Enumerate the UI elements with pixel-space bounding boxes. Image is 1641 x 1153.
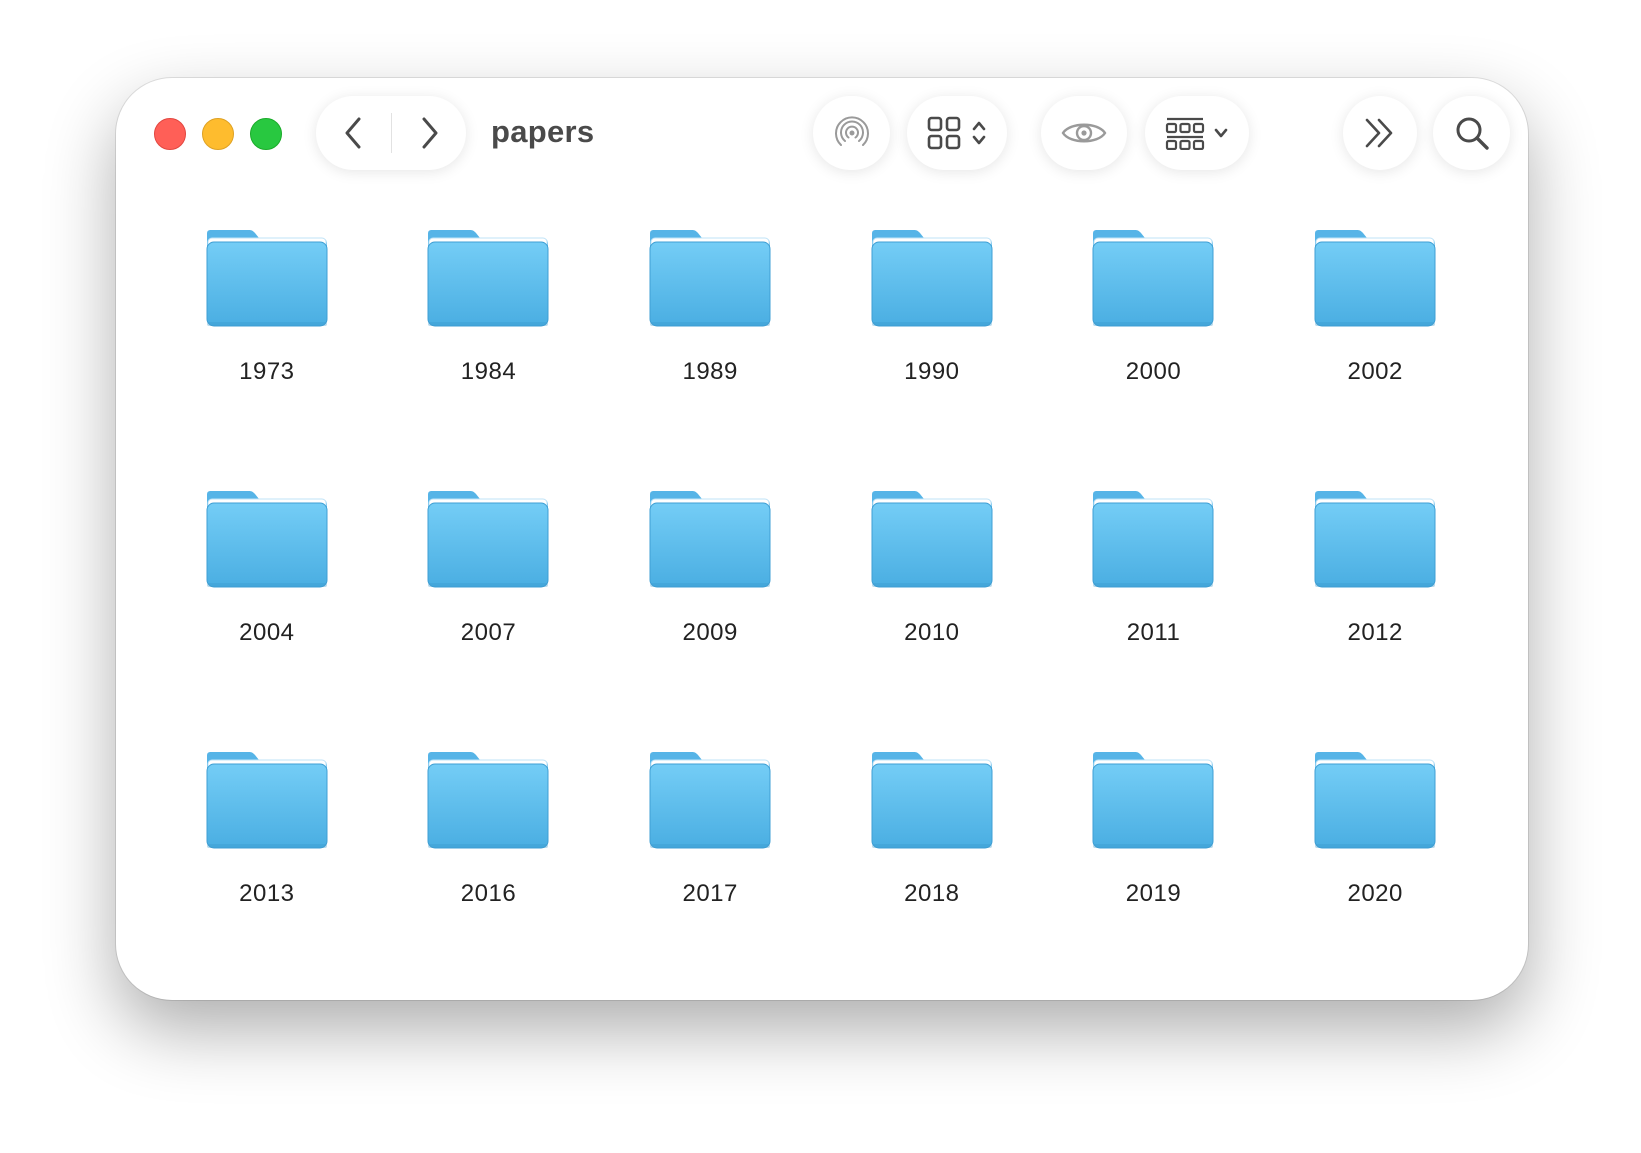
folder-label: 2013	[239, 880, 295, 907]
folder-icon	[206, 752, 328, 849]
folder-item-2009[interactable]: 2009	[599, 489, 821, 750]
folder-icon	[427, 491, 549, 588]
folder-icon	[649, 230, 771, 327]
folder-item-2004[interactable]: 2004	[156, 489, 378, 750]
folder-icon	[649, 752, 771, 849]
window-title: papers	[491, 114, 595, 149]
folder-label: 2012	[1347, 619, 1403, 646]
group-by-button[interactable]	[1145, 96, 1249, 170]
folder-label: 2016	[460, 880, 517, 907]
folder-grid: 1973 1984 1989 1990 2000 2002 2004 2007 …	[156, 228, 1486, 1000]
folder-label: 2000	[1125, 358, 1182, 385]
folder-label: 2009	[682, 619, 738, 646]
folder-icon	[427, 752, 549, 849]
folder-icon	[206, 230, 328, 327]
zoom-button[interactable]	[250, 118, 282, 150]
airdrop-button[interactable]	[813, 96, 890, 170]
folder-icon	[206, 491, 328, 588]
folder-item-2000[interactable]: 2000	[1043, 228, 1265, 489]
folder-item-1990[interactable]: 1990	[821, 228, 1043, 489]
search-icon	[1456, 117, 1489, 150]
navigation-group	[316, 96, 466, 170]
view-options-button[interactable]	[907, 96, 1007, 170]
folder-item-2018[interactable]: 2018	[821, 750, 1043, 1000]
chevron-right-icon	[422, 117, 437, 149]
folder-item-2011[interactable]: 2011	[1043, 489, 1265, 750]
folder-item-1973[interactable]: 1973	[156, 228, 378, 489]
chevron-left-icon	[345, 117, 360, 149]
folder-item-2020[interactable]: 2020	[1264, 750, 1486, 1000]
folder-icon	[871, 752, 993, 849]
folder-icon	[427, 230, 549, 327]
folder-label: 1990	[904, 358, 960, 385]
group-by-icon	[1165, 117, 1205, 150]
quick-look-button[interactable]	[1041, 96, 1127, 170]
folder-label: 1973	[239, 358, 295, 385]
finder-window: papers 1973 1984 1989 1990 2000 2002 200…	[116, 78, 1528, 1000]
folder-icon	[871, 230, 993, 327]
search-button[interactable]	[1433, 96, 1510, 170]
folder-label: 2002	[1347, 358, 1403, 385]
folder-item-1984[interactable]: 1984	[378, 228, 600, 489]
chevron-down-icon	[1214, 128, 1228, 138]
eye-icon	[1061, 123, 1107, 143]
folder-label: 2007	[460, 619, 517, 646]
folder-label: 2020	[1347, 880, 1403, 907]
folder-label: 2017	[682, 880, 738, 907]
folder-label: 2004	[239, 619, 295, 646]
folder-label: 1984	[460, 358, 517, 385]
folder-item-1989[interactable]: 1989	[599, 228, 821, 489]
folder-item-2017[interactable]: 2017	[599, 750, 821, 1000]
airdrop-icon	[834, 116, 869, 146]
grid-view-icon	[927, 116, 961, 150]
folder-icon	[1314, 230, 1436, 327]
folder-item-2012[interactable]: 2012	[1264, 489, 1486, 750]
folder-icon	[1092, 230, 1214, 327]
folder-item-2002[interactable]: 2002	[1264, 228, 1486, 489]
minimize-button[interactable]	[202, 118, 234, 150]
folder-label: 2018	[904, 880, 960, 907]
close-button[interactable]	[154, 118, 186, 150]
folder-icon	[871, 491, 993, 588]
double-chevron-right-icon	[1365, 118, 1393, 148]
folder-item-2016[interactable]: 2016	[378, 750, 600, 1000]
folder-icon	[1092, 491, 1214, 588]
folder-label: 2011	[1126, 619, 1181, 646]
back-button[interactable]	[317, 96, 391, 170]
folder-label: 1989	[682, 358, 738, 385]
folder-item-2007[interactable]: 2007	[378, 489, 600, 750]
folder-icon	[649, 491, 771, 588]
folder-item-2013[interactable]: 2013	[156, 750, 378, 1000]
folder-icon	[1092, 752, 1214, 849]
folder-item-2010[interactable]: 2010	[821, 489, 1043, 750]
traffic-lights	[154, 118, 282, 150]
folder-icon	[1314, 491, 1436, 588]
forward-button[interactable]	[392, 96, 466, 170]
chevron-up-down-icon	[972, 121, 986, 145]
folder-icon	[1314, 752, 1436, 849]
folder-label: 2010	[904, 619, 960, 646]
folder-item-2019[interactable]: 2019	[1043, 750, 1265, 1000]
more-toolbar-button[interactable]	[1343, 96, 1417, 170]
folder-label: 2019	[1125, 880, 1182, 907]
